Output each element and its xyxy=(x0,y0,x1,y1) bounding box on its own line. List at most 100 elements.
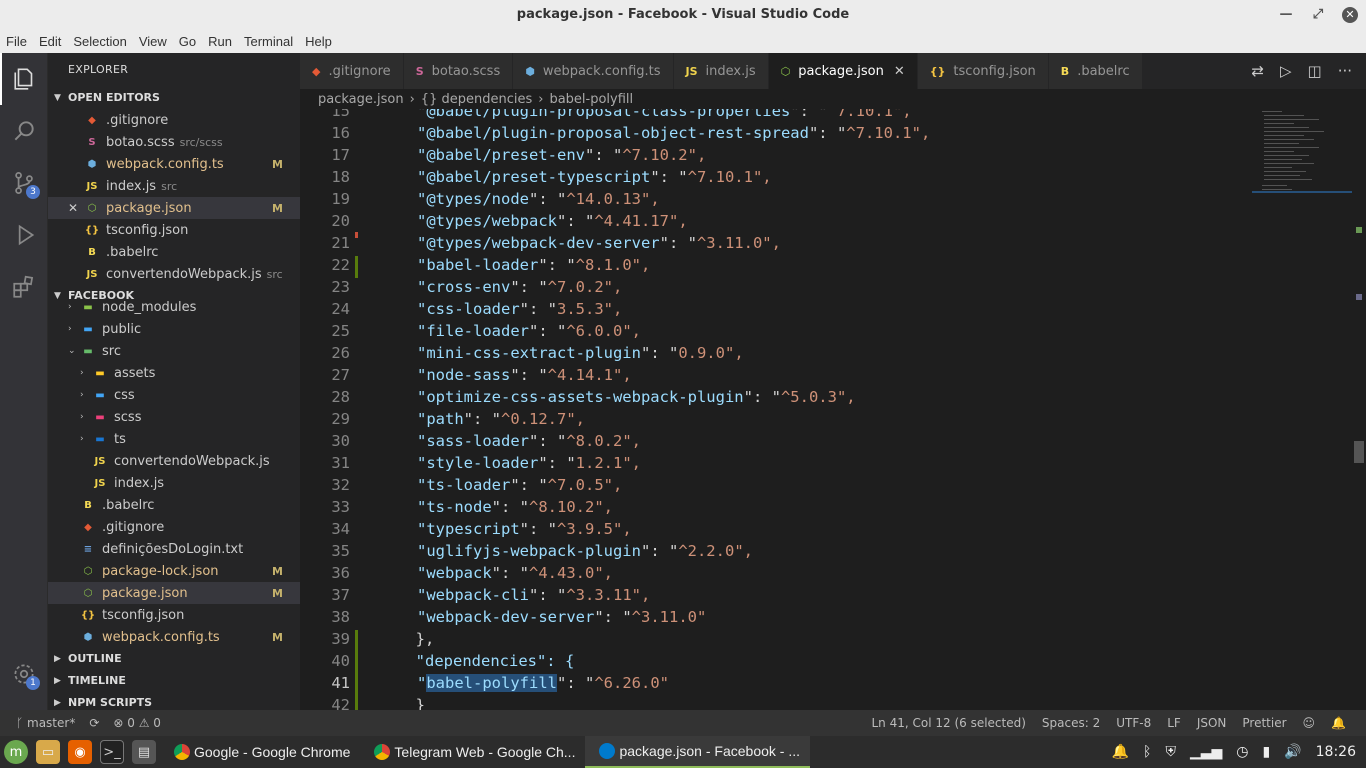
breadcrumb-item[interactable]: {} dependencies xyxy=(421,92,532,107)
explorer-icon[interactable] xyxy=(0,53,48,105)
folder-item[interactable]: › ▬ node_modules xyxy=(48,296,300,318)
cursor-position[interactable]: Ln 41, Col 12 (6 selected) xyxy=(871,716,1025,730)
code-line[interactable]: "file-loader": "^6.0.0", xyxy=(417,322,641,340)
code-line[interactable]: "node-sass": "^4.14.1", xyxy=(417,366,632,384)
open-editor-item[interactable]: JS convertendoWebpack.js src xyxy=(48,263,300,285)
tab-indexjs[interactable]: JS index.js xyxy=(673,53,769,89)
app-icon[interactable]: ▤ xyxy=(132,740,156,764)
open-editors-header[interactable]: ▼ OPEN EDITORS xyxy=(48,87,300,109)
menu-item-run[interactable]: Run xyxy=(202,34,238,49)
code-line[interactable]: "@types/webpack-dev-server": "^3.11.0", xyxy=(417,234,781,252)
file-item[interactable]: ⬡ package.json M xyxy=(48,582,300,604)
code-line[interactable]: "babel-polyfill": "^6.26.0" xyxy=(417,674,669,692)
tab-webpackconfigts[interactable]: ⬢ webpack.config.ts xyxy=(513,53,674,89)
folder-item[interactable]: › ▬ css xyxy=(48,384,300,406)
problems-indicator[interactable]: ⊗ 0 ⚠ 0 xyxy=(113,716,161,730)
menu-item-file[interactable]: File xyxy=(0,34,33,49)
open-editor-item[interactable]: ✕ ⬡ package.json M xyxy=(48,197,300,219)
branch-indicator[interactable]: ᚴ master* xyxy=(16,716,75,730)
code-line[interactable]: "webpack-cli": "^3.3.11", xyxy=(417,586,650,604)
code-line[interactable]: "css-loader": "3.5.3", xyxy=(417,300,622,318)
notifications-icon[interactable]: 🔔 xyxy=(1331,716,1346,730)
file-item[interactable]: ≡ definiçõesDoLogin.txt xyxy=(48,538,300,560)
code-line[interactable]: "@babel/preset-typescript": "^7.10.1", xyxy=(417,168,772,186)
menu-item-view[interactable]: View xyxy=(133,34,173,49)
code-line[interactable]: "@types/webpack": "^4.41.17", xyxy=(417,212,688,230)
code-line[interactable]: "cross-env": "^7.0.2", xyxy=(417,278,622,296)
tab-botaoscss[interactable]: Sbotao.scss xyxy=(403,53,514,89)
run-icon[interactable]: ▷ xyxy=(1280,62,1292,80)
sync-icon[interactable]: ⟳ xyxy=(89,716,99,730)
folder-item[interactable]: › ▬ public xyxy=(48,318,300,340)
breadcrumb-item[interactable]: babel-polyfill xyxy=(549,92,633,107)
close-icon[interactable]: ✕ xyxy=(894,64,905,79)
taskbar-window-1[interactable]: Telegram Web - Google Ch... xyxy=(360,736,585,768)
folder-item[interactable]: › ▬ assets xyxy=(48,362,300,384)
clock[interactable]: 18:26 xyxy=(1316,744,1356,760)
update-icon[interactable]: ◷ xyxy=(1236,744,1248,760)
file-item[interactable]: ⬢ webpack.config.ts M xyxy=(48,626,300,648)
code-line[interactable]: "@babel/plugin-proposal-class-properties… xyxy=(417,109,912,120)
code-line[interactable]: "ts-loader": "^7.0.5", xyxy=(417,476,622,494)
close-icon[interactable]: ✕ xyxy=(68,201,78,215)
eol[interactable]: LF xyxy=(1167,716,1181,730)
menu-item-selection[interactable]: Selection xyxy=(67,34,132,49)
source-control-icon[interactable]: 3 xyxy=(0,157,48,209)
tab-gitignore[interactable]: ◆ .gitignore xyxy=(300,53,404,89)
code-line[interactable]: }, xyxy=(397,630,435,648)
notifications-tray-icon[interactable]: 🔔 xyxy=(1112,744,1129,760)
split-editor-icon[interactable]: ◫ xyxy=(1308,62,1322,80)
menu-item-help[interactable]: Help xyxy=(299,34,338,49)
minimap[interactable] xyxy=(1252,109,1352,209)
code-editor[interactable]: 15 "@babel/plugin-proposal-class-properti… xyxy=(300,109,1350,710)
encoding[interactable]: UTF-8 xyxy=(1116,716,1151,730)
file-item[interactable]: ◆ .gitignore xyxy=(48,516,300,538)
battery-icon[interactable]: ▮ xyxy=(1262,744,1270,760)
scrollbar-thumb[interactable] xyxy=(1354,441,1364,463)
file-item[interactable]: {} tsconfig.json xyxy=(48,604,300,626)
volume-icon[interactable]: 🔊 xyxy=(1284,744,1301,760)
tab-tsconfigjson[interactable]: {} tsconfig.json xyxy=(917,53,1049,89)
open-editor-item[interactable]: Sbotao.scss src/scss xyxy=(48,131,300,153)
close-icon[interactable]: ✕ xyxy=(1342,6,1358,23)
taskbar-window-2[interactable]: package.json - Facebook - ... xyxy=(585,736,811,768)
maximize-icon[interactable]: ⤢ xyxy=(1302,7,1334,22)
code-line[interactable]: "babel-loader": "^8.1.0", xyxy=(417,256,650,274)
code-line[interactable]: "optimize-css-assets-webpack-plugin": "^… xyxy=(417,388,856,406)
file-item[interactable]: JS index.js xyxy=(48,472,300,494)
more-actions-icon[interactable]: ··· xyxy=(1338,62,1352,80)
file-item[interactable]: ⬡ package-lock.json M xyxy=(48,560,300,582)
code-line[interactable]: "uglifyjs-webpack-plugin": "^2.2.0", xyxy=(417,542,753,560)
language-mode[interactable]: JSON xyxy=(1197,716,1227,730)
run-debug-icon[interactable] xyxy=(0,209,48,261)
files-icon[interactable]: ▭ xyxy=(36,740,60,764)
menu-item-edit[interactable]: Edit xyxy=(33,34,67,49)
code-line[interactable]: "webpack": "^4.43.0", xyxy=(417,564,613,582)
file-item[interactable]: B .babelrc xyxy=(48,494,300,516)
timeline-header[interactable]: ▶ TIMELINE xyxy=(48,670,300,692)
shield-icon[interactable]: ⛨ xyxy=(1165,744,1176,760)
terminal-icon[interactable]: >_ xyxy=(100,740,124,764)
menu-item-go[interactable]: Go xyxy=(173,34,202,49)
manage-gear-icon[interactable]: 1 xyxy=(0,648,48,700)
code-line[interactable]: "ts-node": "^8.10.2", xyxy=(417,498,613,516)
file-item[interactable]: JS convertendoWebpack.js xyxy=(48,450,300,472)
code-line[interactable]: } xyxy=(397,696,425,710)
tab-babelrc[interactable]: B .babelrc xyxy=(1048,53,1143,89)
code-line[interactable]: "@types/node": "^14.0.13", xyxy=(417,190,660,208)
compare-changes-icon[interactable]: ⇄ xyxy=(1251,62,1264,80)
code-line[interactable]: "sass-loader": "^8.0.2", xyxy=(417,432,641,450)
mint-menu-icon[interactable]: m xyxy=(4,740,28,764)
folder-item[interactable]: › ▬ scss xyxy=(48,406,300,428)
code-line[interactable]: "webpack-dev-server": "^3.11.0" xyxy=(417,608,706,626)
indentation[interactable]: Spaces: 2 xyxy=(1042,716,1100,730)
firefox-icon[interactable]: ◉ xyxy=(68,740,92,764)
vertical-scrollbar[interactable] xyxy=(1352,109,1366,710)
tab-packagejson[interactable]: ⬡ package.json ✕ xyxy=(768,53,918,89)
code-line[interactable]: "@babel/plugin-proposal-object-rest-spre… xyxy=(417,124,930,142)
open-editor-item[interactable]: B .babelrc xyxy=(48,241,300,263)
open-editor-item[interactable]: {} tsconfig.json xyxy=(48,219,300,241)
menu-item-terminal[interactable]: Terminal xyxy=(238,34,299,49)
folder-item[interactable]: › ▬ ts xyxy=(48,428,300,450)
code-line[interactable]: "@babel/preset-env": "^7.10.2", xyxy=(417,146,706,164)
